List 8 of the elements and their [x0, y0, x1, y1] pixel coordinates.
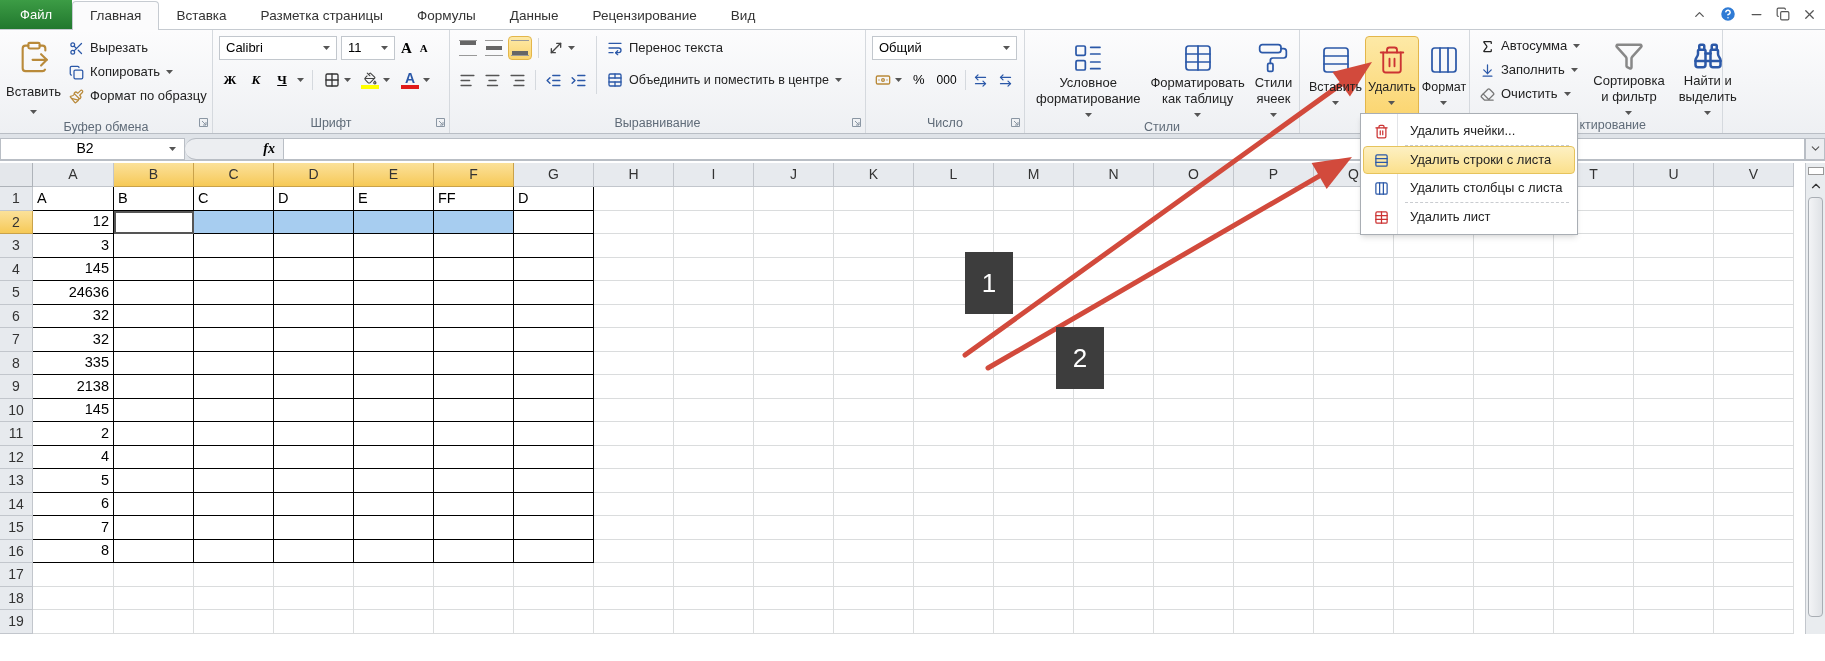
step-number-tooltip: 2: [1056, 327, 1104, 389]
group-label: Шрифт: [310, 115, 352, 133]
group-label: Выравнивание: [614, 115, 701, 133]
step-number-tooltip: 1: [965, 252, 1013, 314]
group-label: ктирование: [1579, 117, 1646, 134]
group-label: Буфер обмена: [63, 119, 149, 136]
group-label: Стили: [1144, 119, 1180, 136]
group-label: Число: [927, 115, 963, 133]
